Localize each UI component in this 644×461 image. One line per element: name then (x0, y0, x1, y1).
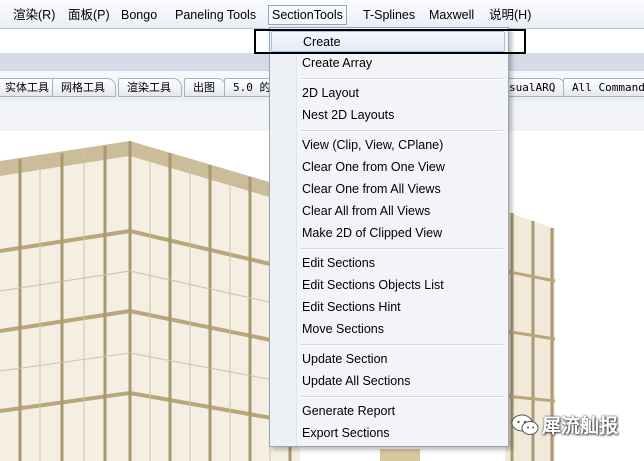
menu-separator (301, 344, 503, 346)
menu-paneling-tools[interactable]: Paneling Tools (171, 6, 260, 24)
menu-nest-2d-layouts[interactable]: Nest 2D Layouts (271, 105, 505, 126)
wechat-icon (511, 414, 539, 435)
menu-separator (301, 78, 503, 80)
menu-clear-one-from-one-view[interactable]: Clear One from One View (271, 157, 505, 178)
tab-drafting[interactable]: 出图 (184, 78, 226, 97)
tab-mesh-tools[interactable]: 网格工具 (52, 78, 116, 97)
tab-render-tools[interactable]: 渲染工具 (118, 78, 182, 97)
tab-solid-tools[interactable]: 实体工具 (0, 78, 60, 97)
menu-help[interactable]: 说明(H) (485, 6, 535, 24)
menu-maxwell[interactable]: Maxwell (425, 6, 478, 24)
menu-separator (301, 130, 503, 132)
menu-render[interactable]: 渲染(R) (9, 6, 59, 24)
menu-separator (301, 248, 503, 250)
menu-sectiontools[interactable]: SectionTools (268, 5, 347, 25)
tab-visualarq[interactable]: sualARQ (500, 78, 567, 97)
menu-edit-sections-objects-list[interactable]: Edit Sections Objects List (271, 275, 505, 296)
menu-generate-report[interactable]: Generate Report (271, 401, 505, 422)
menu-create-array[interactable]: Create Array (271, 53, 505, 74)
menu-view-clip[interactable]: View (Clip, View, CPlane) (271, 135, 505, 156)
sectiontools-dropdown: Create Create Array 2D Layout Nest 2D La… (269, 27, 509, 447)
menu-separator (301, 396, 503, 398)
tab-all-commands[interactable]: All Commands (563, 78, 644, 97)
menu-create[interactable]: Create (271, 31, 505, 52)
menu-make-2d-of-clipped-view[interactable]: Make 2D of Clipped View (271, 223, 505, 244)
menu-clear-all-from-all-views[interactable]: Clear All from All Views (271, 201, 505, 222)
menu-panel[interactable]: 面板(P) (64, 6, 114, 24)
watermark-text: 犀流舢报 (542, 415, 619, 437)
menu-bongo[interactable]: Bongo (117, 6, 161, 24)
menu-update-all-sections[interactable]: Update All Sections (271, 371, 505, 392)
menu-move-sections[interactable]: Move Sections (271, 319, 505, 340)
menu-export-sections[interactable]: Export Sections (271, 423, 505, 444)
menubar: 渲染(R) 面板(P) Bongo Paneling Tools Section… (0, 0, 644, 29)
menu-edit-sections-hint[interactable]: Edit Sections Hint (271, 297, 505, 318)
menu-t-splines[interactable]: T-Splines (359, 6, 419, 24)
menu-edit-sections[interactable]: Edit Sections (271, 253, 505, 274)
menu-2d-layout[interactable]: 2D Layout (271, 83, 505, 104)
menu-clear-one-from-all-views[interactable]: Clear One from All Views (271, 179, 505, 200)
menu-update-section[interactable]: Update Section (271, 349, 505, 370)
